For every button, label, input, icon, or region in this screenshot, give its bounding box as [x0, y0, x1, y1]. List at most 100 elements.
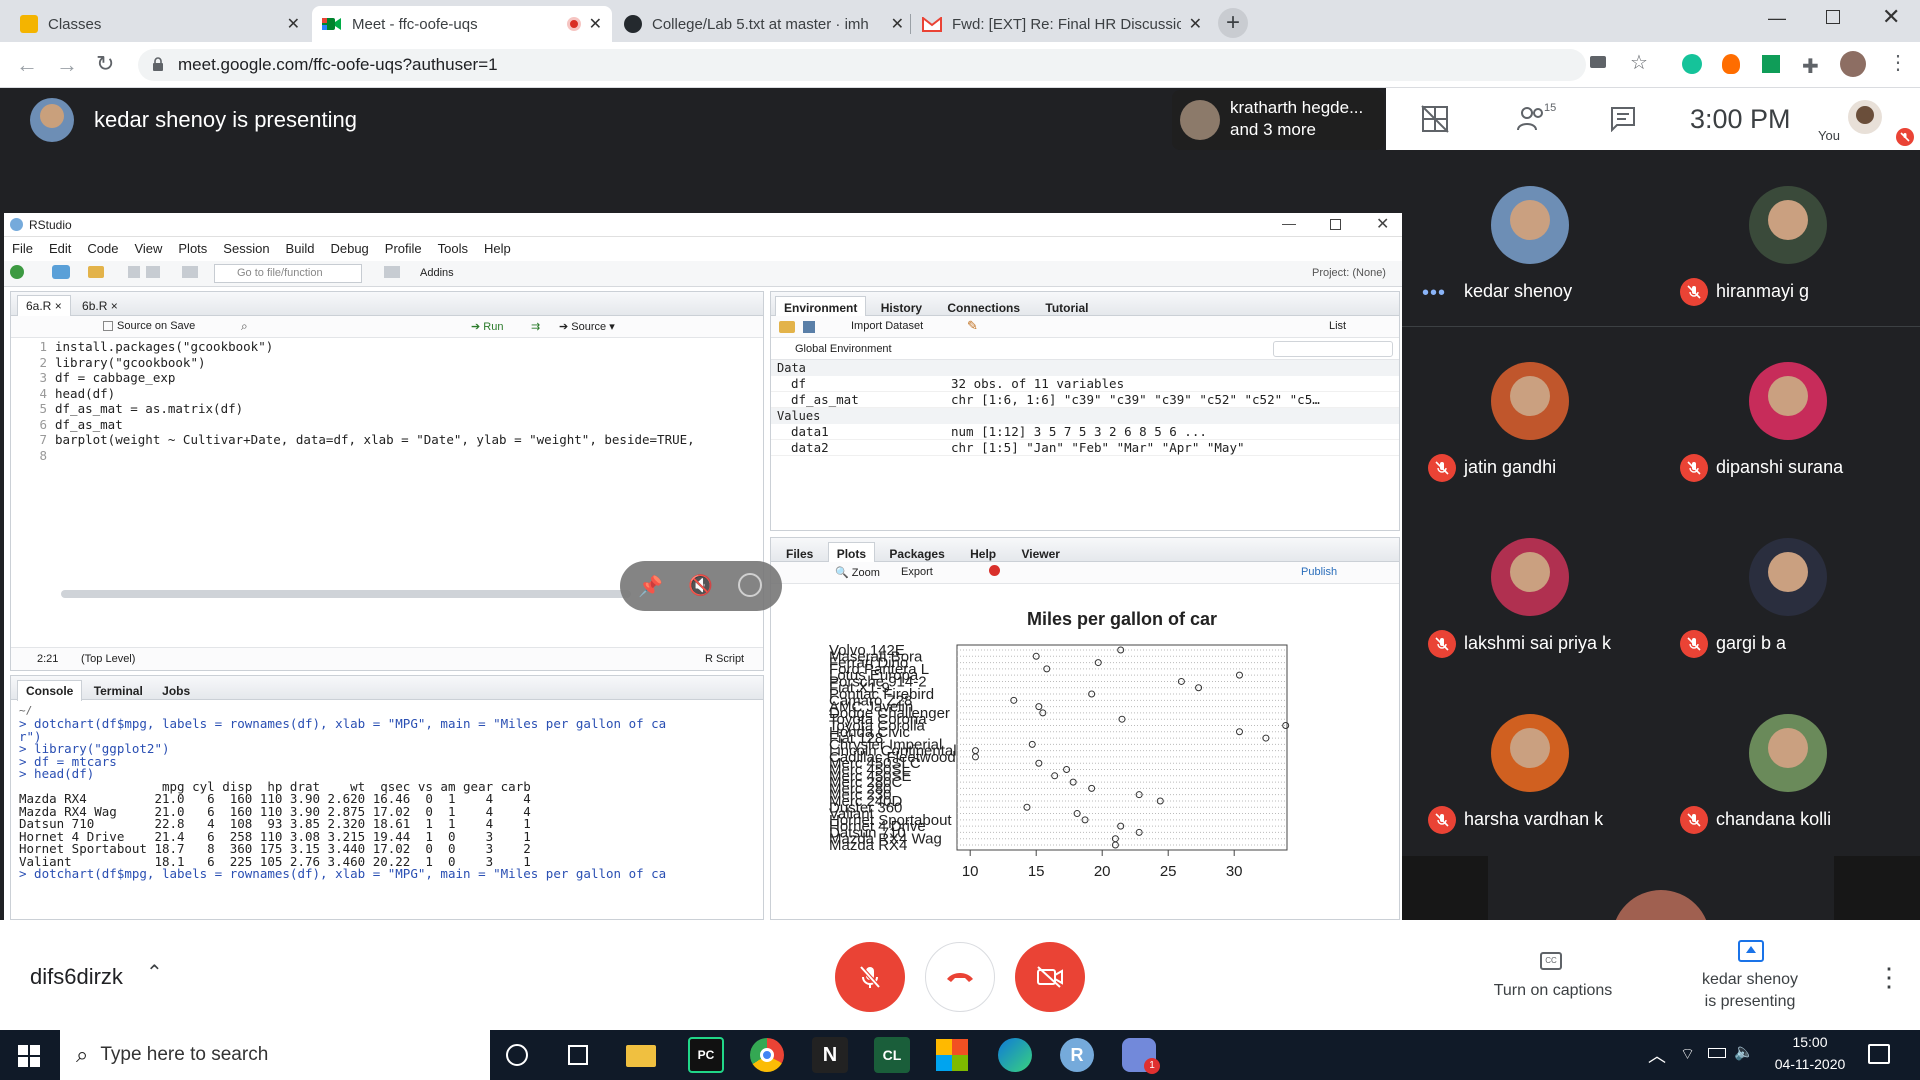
close-tab-icon[interactable]: ✕: [287, 14, 300, 34]
new-project-icon[interactable]: [52, 265, 70, 279]
console-output[interactable]: > dotchart(df$mpg, labels = rownames(df)…: [19, 717, 749, 881]
menu-tools[interactable]: Tools: [438, 241, 468, 256]
minimize-presentation-icon[interactable]: [738, 573, 762, 597]
new-tab-button[interactable]: +: [1218, 8, 1248, 38]
presenting-status-line2[interactable]: is presenting: [1680, 993, 1820, 1011]
bookmark-star-icon[interactable]: ☆: [1630, 50, 1648, 75]
editor-tab-6b[interactable]: 6b.R ×: [74, 296, 126, 316]
mute-volume-icon[interactable]: 🔇: [688, 573, 713, 598]
project-menu[interactable]: Project: (None): [1312, 267, 1386, 279]
camera-in-use-icon[interactable]: [1590, 56, 1606, 68]
profile-avatar[interactable]: [1840, 51, 1866, 77]
publish-menu[interactable]: Publish: [1301, 566, 1337, 578]
tab-jobs[interactable]: Jobs: [154, 681, 198, 701]
menu-session[interactable]: Session: [223, 241, 269, 256]
cortana-icon[interactable]: [506, 1044, 528, 1066]
go-to-file-input[interactable]: Go to file/function: [214, 264, 362, 283]
present-screen-icon[interactable]: [1738, 940, 1764, 962]
tile-layout-off-icon[interactable]: [1420, 104, 1450, 134]
notion-icon[interactable]: N: [812, 1037, 848, 1073]
discord-icon[interactable]: 1: [1122, 1038, 1160, 1074]
source-on-save-checkbox[interactable]: [103, 321, 113, 331]
task-view-icon[interactable]: [568, 1045, 588, 1065]
rstudio-minimize-icon[interactable]: —: [1282, 215, 1296, 231]
rstudio-close-icon[interactable]: ✕: [1376, 214, 1389, 234]
menu-code[interactable]: Code: [87, 241, 118, 256]
sheets-extension-icon[interactable]: [1762, 55, 1780, 73]
close-tab-icon[interactable]: ✕: [1189, 14, 1202, 34]
menu-build[interactable]: Build: [286, 241, 315, 256]
extension-flame-icon[interactable]: [1722, 54, 1740, 74]
menu-debug[interactable]: Debug: [330, 241, 368, 256]
reload-icon[interactable]: ↻: [96, 51, 114, 77]
code-line[interactable]: 6 df_as_mat: [11, 417, 763, 433]
office-icon[interactable]: [936, 1039, 968, 1071]
file-explorer-icon[interactable]: [626, 1045, 656, 1067]
rstudio-restore-icon[interactable]: [1330, 219, 1341, 230]
zoom-button[interactable]: 🔍 Zoom: [835, 566, 880, 579]
menu-help[interactable]: Help: [484, 241, 511, 256]
close-tab-icon[interactable]: ✕: [891, 14, 904, 34]
edge-icon[interactable]: [998, 1038, 1032, 1072]
clear-broom-icon[interactable]: ✎: [967, 318, 978, 334]
r-icon[interactable]: R: [1060, 1038, 1094, 1072]
code-line[interactable]: 1 install.packages("gcookbook"): [11, 339, 763, 355]
code-line[interactable]: 5 df_as_mat = as.matrix(df): [11, 401, 763, 417]
chat-icon[interactable]: [1610, 106, 1636, 132]
captions-button[interactable]: Turn on captions: [1488, 982, 1618, 1000]
tab-terminal[interactable]: Terminal: [86, 681, 151, 701]
code-line[interactable]: 2 library("gcookbook"): [11, 355, 763, 371]
wifi-icon[interactable]: ⌔: [1680, 1044, 1695, 1064]
code-line[interactable]: 7 barplot(weight ~ Cultivar+Date, data=df…: [11, 432, 763, 448]
addins-menu[interactable]: Addins: [420, 267, 454, 279]
toggle-camera-button[interactable]: [1015, 942, 1085, 1012]
workspace-panes-icon[interactable]: [384, 266, 400, 278]
chrome-icon[interactable]: [750, 1038, 784, 1072]
code-line[interactable]: 8: [11, 448, 763, 464]
maximize-window-icon[interactable]: [1826, 10, 1840, 24]
list-view-menu[interactable]: List: [1329, 320, 1346, 332]
leave-call-button[interactable]: [925, 942, 995, 1012]
save-all-icon[interactable]: [146, 266, 160, 278]
remove-plot-icon[interactable]: [989, 565, 1000, 576]
horizontal-scrollbar[interactable]: [61, 590, 631, 598]
code-line[interactable]: 4 head(df): [11, 386, 763, 402]
browser-tab-github[interactable]: College/Lab 5.txt at master · imh ✕: [614, 6, 914, 42]
print-icon[interactable]: [182, 266, 198, 278]
cl-icon[interactable]: CL: [874, 1037, 910, 1073]
browser-tab-meet[interactable]: Meet - ffc-oofe-uqs ✕: [312, 6, 612, 42]
pin-icon[interactable]: 📌: [638, 574, 663, 599]
back-icon[interactable]: ←: [16, 52, 38, 78]
battery-icon[interactable]: [1708, 1048, 1726, 1058]
editor-tab-6a[interactable]: 6a.R ×: [17, 295, 71, 316]
menu-view[interactable]: View: [134, 241, 162, 256]
address-bar[interactable]: meet.google.com/ffc-oofe-uqs?authuser=1: [138, 49, 1586, 81]
browser-tab-gmail[interactable]: Fwd: [EXT] Re: Final HR Discussio ✕: [912, 6, 1212, 42]
more-options-icon[interactable]: ⋮: [1876, 962, 1902, 993]
run-button[interactable]: ➔ Run: [471, 320, 503, 333]
import-dataset-menu[interactable]: Import Dataset: [851, 320, 923, 332]
scope-indicator[interactable]: (Top Level): [81, 653, 135, 665]
env-search-input[interactable]: [1273, 341, 1393, 357]
tab-console[interactable]: Console: [17, 680, 83, 701]
export-menu[interactable]: Export: [901, 566, 933, 578]
file-type[interactable]: R Script: [705, 653, 744, 665]
forward-icon[interactable]: →: [56, 52, 78, 78]
menu-file[interactable]: File: [12, 241, 33, 256]
meeting-code[interactable]: difs6dirzk: [30, 964, 123, 990]
open-file-icon[interactable]: [88, 266, 104, 278]
close-window-icon[interactable]: ✕: [1882, 4, 1900, 30]
captions-icon[interactable]: CC: [1540, 952, 1562, 970]
save-workspace-icon[interactable]: [803, 321, 815, 333]
minimize-window-icon[interactable]: —: [1768, 8, 1786, 29]
code-line[interactable]: 3 df = cabbage_exp: [11, 370, 763, 386]
source-button[interactable]: ➔ Source ▾: [559, 320, 615, 333]
close-tab-icon[interactable]: ✕: [589, 14, 602, 34]
extensions-puzzle-icon[interactable]: ✚: [1802, 54, 1819, 79]
windows-start-icon[interactable]: [18, 1045, 40, 1067]
search-icon[interactable]: ⌕: [241, 319, 248, 334]
save-icon[interactable]: [128, 266, 140, 278]
load-workspace-icon[interactable]: [779, 321, 795, 333]
pycharm-icon[interactable]: PC: [688, 1037, 724, 1073]
env-row[interactable]: data2 chr [1:5] "Jan" "Feb" "Mar" "Apr" "…: [771, 440, 1399, 456]
